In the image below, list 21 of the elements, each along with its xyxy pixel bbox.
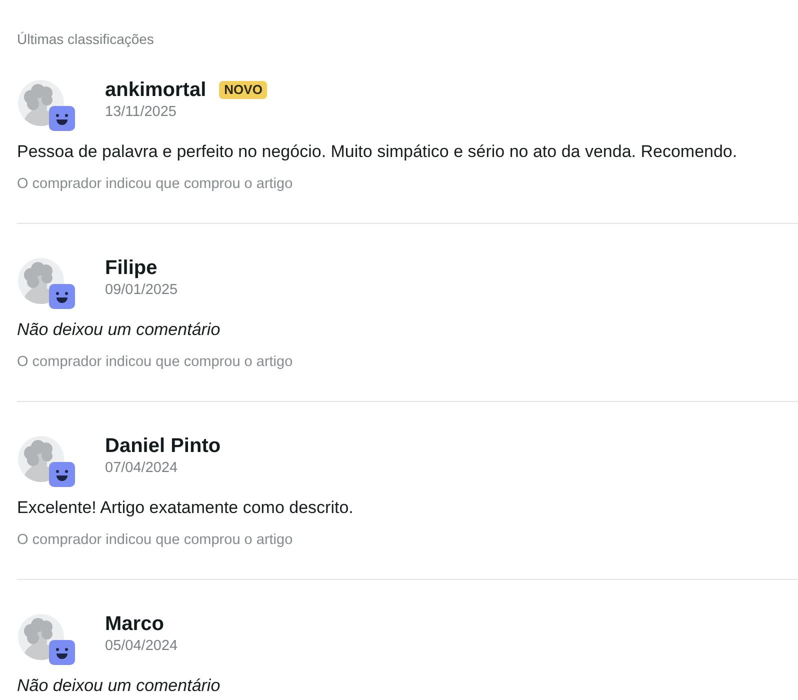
purchase-note: O comprador indicou que comprou o artigo	[17, 175, 294, 194]
purchase-note: O comprador indicou que comprou o artigo	[17, 531, 294, 550]
review-date: 13/11/2025	[105, 103, 178, 122]
user-name[interactable]: Daniel Pinto	[105, 434, 221, 458]
smiley-icon	[49, 284, 75, 309]
user-name[interactable]: ankimortal	[105, 78, 206, 102]
section-title: Últimas classificações	[17, 30, 155, 49]
review-comment: Pessoa de palavra e perfeito no negócio. Muito simpático e sério no ato da venda. Recomendo.	[17, 141, 738, 163]
smiley-icon	[49, 462, 75, 487]
no-comment-text: Não deixou um comentário	[17, 319, 222, 341]
no-comment-text: Não deixou um comentário	[17, 675, 222, 697]
review-date: 09/01/2025	[105, 281, 178, 300]
smiley-icon	[49, 106, 75, 131]
user-name[interactable]: Marco	[105, 612, 164, 636]
review-comment: Excelente! Artigo exatamente como descrito.	[17, 497, 354, 519]
new-badge: NOVO	[219, 81, 268, 99]
smiley-icon	[49, 640, 75, 665]
review-date: 05/04/2024	[105, 637, 178, 656]
purchase-note: O comprador indicou que comprou o artigo	[17, 353, 294, 372]
user-name[interactable]: Filipe	[105, 256, 158, 280]
review-date: 07/04/2024	[105, 459, 179, 478]
